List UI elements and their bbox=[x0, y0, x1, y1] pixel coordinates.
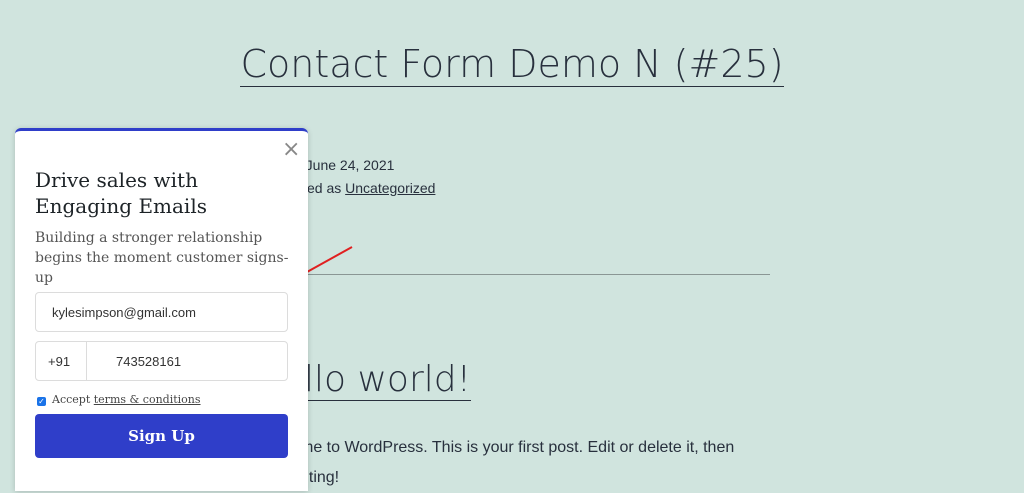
close-icon[interactable]: × bbox=[282, 139, 300, 161]
popup-subtitle: Building a stronger relationship begins … bbox=[35, 230, 289, 286]
terms-link[interactable]: terms & conditions bbox=[94, 393, 201, 406]
phone-field[interactable]: +91 743528161 bbox=[35, 341, 288, 381]
phone-separator bbox=[86, 342, 87, 380]
signup-button[interactable]: Sign Up bbox=[35, 414, 288, 458]
terms-consent: ✓ Accept terms & conditions bbox=[37, 393, 201, 406]
popup-title: Drive sales with Engaging Emails bbox=[35, 168, 207, 218]
signup-popup: × Drive sales with Engaging Emails Build… bbox=[15, 128, 308, 491]
email-field[interactable]: kylesimpson@gmail.com bbox=[35, 292, 288, 332]
consent-prefix: Accept bbox=[52, 393, 91, 406]
email-value: kylesimpson@gmail.com bbox=[52, 305, 196, 320]
consent-checkbox[interactable]: ✓ bbox=[37, 397, 46, 406]
country-code[interactable]: +91 bbox=[48, 354, 70, 369]
phone-value: 743528161 bbox=[116, 354, 182, 369]
